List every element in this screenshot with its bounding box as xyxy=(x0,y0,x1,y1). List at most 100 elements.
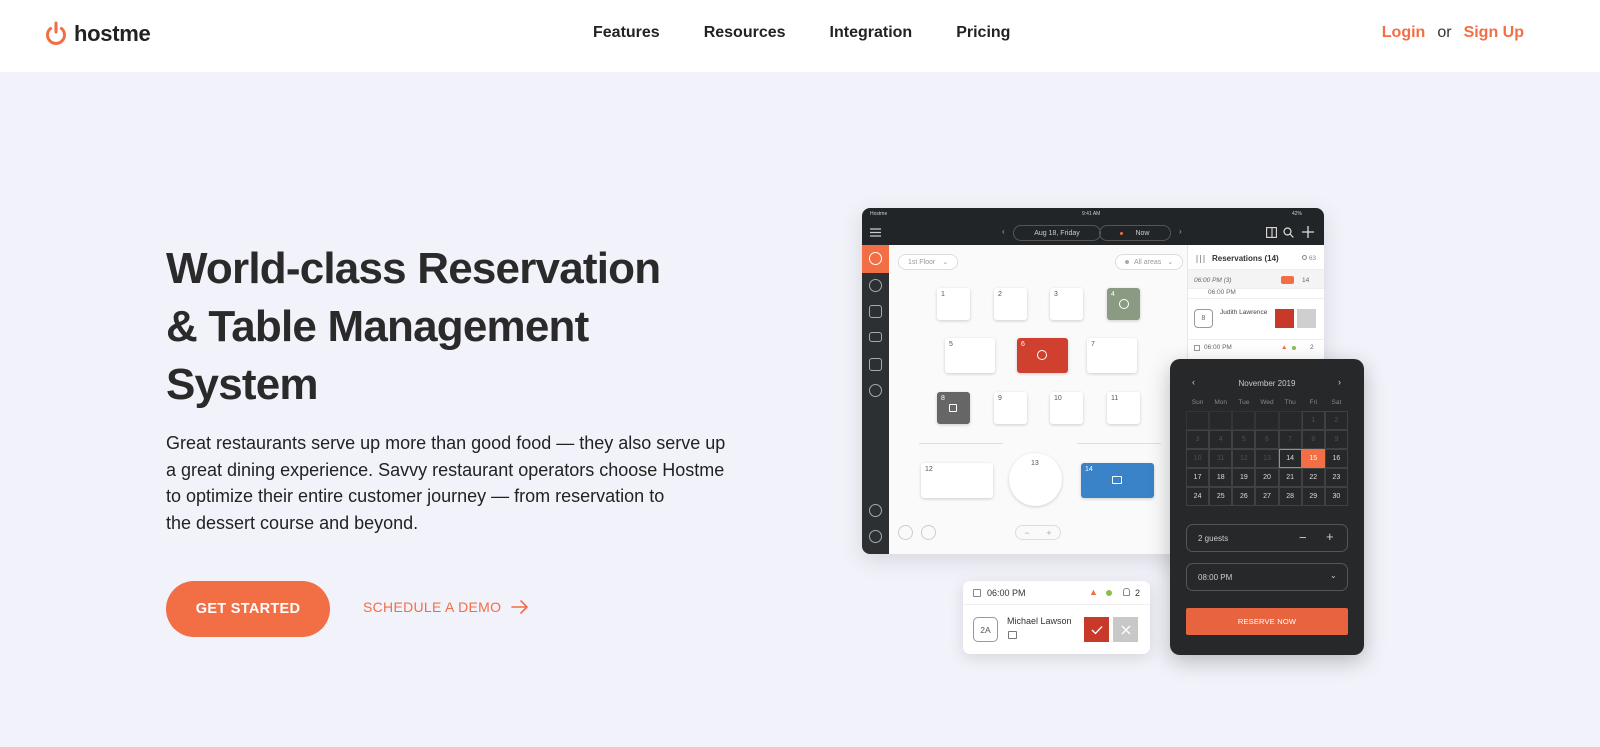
calendar-day[interactable]: 6 xyxy=(1255,430,1279,449)
weekday: Tue xyxy=(1238,399,1250,406)
reservation-row-collapsed[interactable]: 06:00 PM xyxy=(1188,289,1324,298)
zoom-control[interactable]: − + xyxy=(1015,525,1061,540)
calendar-day[interactable]: 23 xyxy=(1324,468,1348,487)
table-6[interactable]: 6 xyxy=(1017,338,1068,373)
calendar-day[interactable]: 14 xyxy=(1278,449,1302,468)
table-1[interactable]: 1 xyxy=(937,288,970,320)
power-flame-icon xyxy=(46,21,66,45)
calendar-day[interactable]: 24 xyxy=(1186,487,1210,506)
date-pill[interactable]: Aug 18, Friday xyxy=(1013,225,1101,241)
table-5[interactable]: 5 xyxy=(945,338,995,373)
calendar-day[interactable]: 10 xyxy=(1186,449,1210,468)
signup-link[interactable]: Sign Up xyxy=(1464,24,1524,42)
get-started-button[interactable]: GET STARTED xyxy=(166,581,330,637)
calendar-day[interactable]: 21 xyxy=(1278,468,1302,487)
menu-icon[interactable] xyxy=(870,228,881,237)
calendar-day[interactable]: 27 xyxy=(1255,487,1279,506)
table-10[interactable]: 10 xyxy=(1050,392,1083,424)
sidebar-floor-active[interactable] xyxy=(862,245,889,273)
highchair-icon xyxy=(1008,631,1017,639)
table-7[interactable]: 7 xyxy=(1087,338,1137,373)
next-month-icon[interactable]: › xyxy=(1338,377,1341,387)
zoom-in-icon[interactable]: + xyxy=(1046,528,1051,538)
calendar-day[interactable]: 12 xyxy=(1232,449,1256,468)
guests-stepper[interactable]: 2 guests − + xyxy=(1186,524,1348,552)
calendar-day[interactable]: 9 xyxy=(1324,430,1348,449)
calendar-day[interactable]: 28 xyxy=(1278,487,1302,506)
plus-icon[interactable]: + xyxy=(1326,529,1334,544)
calendar-icon[interactable] xyxy=(869,305,882,318)
table-12[interactable]: 12 xyxy=(921,463,993,498)
calendar-day[interactable]: 15 xyxy=(1301,449,1325,468)
chevron-down-icon: ⌄ xyxy=(1330,571,1337,580)
split-view-icon[interactable] xyxy=(1266,227,1277,238)
waitlist-icon[interactable] xyxy=(869,332,882,342)
guest-icon[interactable] xyxy=(898,525,913,540)
confirm-button[interactable] xyxy=(1275,309,1294,328)
calendar-day[interactable]: 22 xyxy=(1301,468,1325,487)
minus-icon[interactable]: − xyxy=(1299,530,1307,545)
now-pill[interactable]: Now xyxy=(1099,225,1171,241)
table-14[interactable]: 14 xyxy=(1081,463,1154,498)
calendar-day[interactable]: 4 xyxy=(1209,430,1233,449)
reservation-slot-header[interactable]: 06:00 PM (3) 14 xyxy=(1188,269,1324,289)
chevron-left-icon[interactable]: ‹ xyxy=(1002,227,1005,236)
calendar-day[interactable]: 16 xyxy=(1324,449,1348,468)
calendar-day[interactable]: 7 xyxy=(1278,430,1302,449)
settings-icon[interactable] xyxy=(869,504,882,517)
reservation-card[interactable]: 06:00 PM ▲ 2 2A Michael Lawson xyxy=(963,581,1150,654)
guest-name: Judith Lawrence xyxy=(1220,309,1268,316)
calendar-day[interactable]: 13 xyxy=(1255,449,1279,468)
schedule-demo-link[interactable]: SCHEDULE A DEMO xyxy=(363,599,529,615)
filter-icon[interactable] xyxy=(1196,255,1205,263)
guestbook-icon[interactable] xyxy=(869,358,882,371)
table-11[interactable]: 11 xyxy=(1107,392,1140,424)
decline-button[interactable] xyxy=(1113,617,1138,642)
nav-features[interactable]: Features xyxy=(593,24,660,42)
reserve-now-button[interactable]: RESERVE NOW xyxy=(1186,608,1348,635)
floor-selector[interactable]: 1st Floor ⌄ xyxy=(898,254,959,270)
clock-icon[interactable] xyxy=(869,279,882,292)
hero-text-line: to optimize their entire customer journe… xyxy=(166,486,665,506)
table-3[interactable]: 3 xyxy=(1050,288,1083,320)
plus-icon[interactable] xyxy=(1302,226,1314,238)
calendar-day[interactable]: 11 xyxy=(1209,449,1233,468)
table-2[interactable]: 2 xyxy=(994,288,1027,320)
table-9[interactable]: 9 xyxy=(994,392,1027,424)
calendar-day[interactable]: 3 xyxy=(1186,430,1210,449)
calendar-day[interactable]: 25 xyxy=(1209,487,1233,506)
decline-button[interactable] xyxy=(1297,309,1316,328)
nav-resources[interactable]: Resources xyxy=(704,24,786,42)
confirm-button[interactable] xyxy=(1084,617,1109,642)
login-link[interactable]: Login xyxy=(1382,24,1426,42)
reservation-slot-2[interactable]: 06:00 PM ▲ 2 xyxy=(1188,342,1324,356)
time-select[interactable]: 08:00 PM ⌄ xyxy=(1186,563,1348,591)
zoom-out-icon[interactable]: − xyxy=(1024,528,1029,538)
calendar-day[interactable]: 1 xyxy=(1301,411,1325,430)
nav-pricing[interactable]: Pricing xyxy=(956,24,1010,42)
search-icon[interactable] xyxy=(1283,227,1294,238)
help-icon[interactable] xyxy=(869,530,882,543)
history-icon[interactable] xyxy=(921,525,936,540)
table-8[interactable]: 8 xyxy=(937,392,970,424)
calendar-empty-cell xyxy=(1232,411,1256,430)
table-13[interactable]: 13 xyxy=(1009,453,1062,506)
staff-icon[interactable] xyxy=(869,384,882,397)
reservation-row[interactable]: 8 Judith Lawrence xyxy=(1188,298,1324,340)
nav-integration[interactable]: Integration xyxy=(830,24,913,42)
calendar-day[interactable]: 30 xyxy=(1324,487,1348,506)
calendar-day[interactable]: 2 xyxy=(1324,411,1348,430)
calendar-day[interactable]: 18 xyxy=(1209,468,1233,487)
calendar-day[interactable]: 26 xyxy=(1232,487,1256,506)
calendar-day[interactable]: 29 xyxy=(1301,487,1325,506)
areas-selector[interactable]: All areas ⌄ xyxy=(1115,254,1184,270)
weekday: Wed xyxy=(1260,399,1274,406)
brand-logo[interactable]: hostme xyxy=(44,20,151,48)
calendar-day[interactable]: 8 xyxy=(1301,430,1325,449)
calendar-day[interactable]: 19 xyxy=(1232,468,1256,487)
calendar-day[interactable]: 5 xyxy=(1232,430,1256,449)
table-4[interactable]: 4 xyxy=(1107,288,1140,320)
calendar-day[interactable]: 20 xyxy=(1255,468,1279,487)
chevron-right-icon[interactable]: › xyxy=(1179,227,1182,236)
calendar-day[interactable]: 17 xyxy=(1186,468,1210,487)
